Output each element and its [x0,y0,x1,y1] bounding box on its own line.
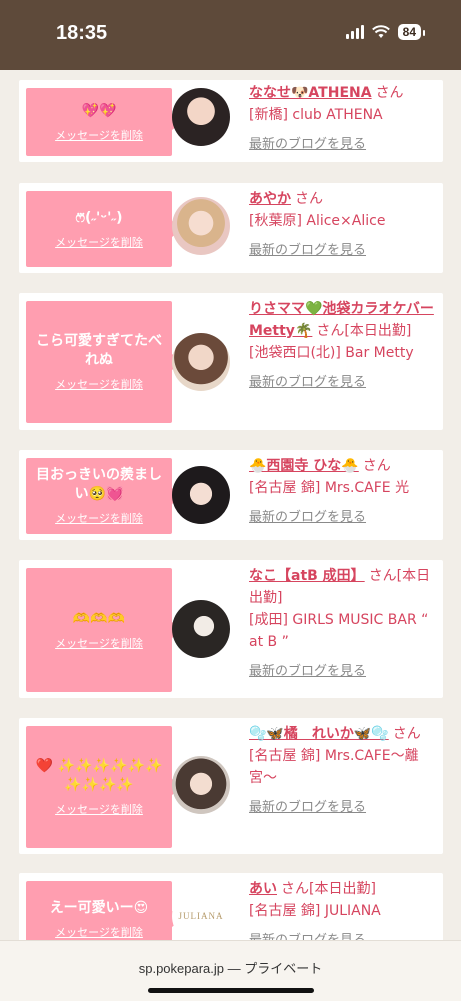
status-time: 18:35 [56,22,108,44]
url-text[interactable]: sp.pokepara.jp — プライベート [0,958,461,977]
avatar[interactable] [172,600,230,658]
list-item: ෆ⃛(˶'ᵕ'˶) メッセージを削除 あやか さん [秋葉原] Alice×Ali… [19,183,443,273]
avatar[interactable] [172,756,230,814]
shop-logo[interactable]: JULIANA [172,887,230,940]
message-text: 目おっきいの羨ましい🥺💓 [36,467,162,502]
message-box: 目おっきいの羨ましい🥺💓 メッセージを削除 [26,458,182,534]
list-item: こら可愛すぎてたべれぬ メッセージを削除 りさママ💚池袋カラオケバーMetty🌴… [19,293,443,430]
message-text: ❤️ ✨✨✨✨✨✨ ✨✨✨✨ [35,758,163,793]
latest-blog-link[interactable]: 最新のブログを見る [249,372,439,394]
status-bar: 18:35 84 [0,0,461,70]
message-text: えー可愛いー😍 [49,899,149,916]
honorific: さん[本日出勤] [281,881,376,897]
list-item: 目おっきいの羨ましい🥺💓 メッセージを削除 🐣西園寺 ひな🐣 さん [名古屋 錦]… [19,450,443,540]
honorific: さん [392,726,421,742]
list-item: 💖💖 メッセージを削除 ななせ🐶ATHENA さん [新橋] club ATHEN… [19,80,443,162]
honorific: さん [295,191,323,207]
home-indicator[interactable] [148,988,314,993]
delete-message-link[interactable]: メッセージを削除 [55,924,143,940]
message-box: ❤️ ✨✨✨✨✨✨ ✨✨✨✨ メッセージを削除 [26,726,182,848]
browser-url-bar[interactable]: sp.pokepara.jp — プライベート [0,940,461,1001]
message-box: ෆ⃛(˶'ᵕ'˶) メッセージを削除 [26,191,182,267]
delete-message-link[interactable]: メッセージを削除 [55,234,143,250]
message-text: 💖💖 [81,102,117,119]
shop-name: [名古屋 錦] JULIANA [249,903,381,919]
delete-message-link[interactable]: メッセージを削除 [55,635,143,651]
cast-name-link[interactable]: 🫧🦋橘 れいか🦋🫧 [249,726,389,742]
shop-name: [池袋西口(北)] Bar Metty [249,345,414,361]
message-text: こら可愛すぎてたべれぬ [36,333,162,368]
honorific: さん [375,85,404,101]
delete-message-link[interactable]: メッセージを削除 [55,801,143,817]
latest-blog-link[interactable]: 最新のブログを見る [249,507,439,529]
avatar[interactable] [172,466,230,524]
cast-name-link[interactable]: 🐣西園寺 ひな🐣 [249,458,359,474]
message-box: 🫶🫶🫶 メッセージを削除 [26,568,182,692]
list-item: ❤️ ✨✨✨✨✨✨ ✨✨✨✨ メッセージを削除 🫧🦋橘 れいか🦋🫧 さん [名古屋… [19,718,443,854]
message-text: ෆ⃛(˶'ᵕ'˶) [75,209,123,226]
battery-icon: 84 [397,24,426,40]
message-box: こら可愛すぎてたべれぬ メッセージを削除 [26,301,182,423]
avatar[interactable] [172,197,230,255]
shop-name: [名古屋 錦] Mrs.CAFE 光 [249,480,410,496]
shop-name: [成田] GIRLS MUSIC BAR “ at B ” [249,612,429,650]
latest-blog-link[interactable]: 最新のブログを見る [249,240,439,262]
avatar[interactable] [172,333,230,391]
shop-name: [新橋] club ATHENA [249,107,383,123]
message-box: えー可愛いー😍 メッセージを削除 [26,881,182,940]
delete-message-link[interactable]: メッセージを削除 [55,376,143,392]
message-feed[interactable]: 💖💖 メッセージを削除 ななせ🐶ATHENA さん [新橋] club ATHEN… [0,70,461,940]
avatar[interactable] [172,88,230,146]
delete-message-link[interactable]: メッセージを削除 [55,510,143,526]
shop-name: [名古屋 錦] Mrs.CAFE〜離宮〜 [249,748,419,786]
status-icons: 84 [345,24,426,40]
shop-name: [秋葉原] Alice×Alice [249,213,386,229]
shop-logo-text: JULIANA [178,911,224,921]
latest-blog-link[interactable]: 最新のブログを見る [249,661,439,683]
cast-name-link[interactable]: あやか [249,191,291,207]
wifi-icon [371,25,390,38]
cast-name-link[interactable]: あい [249,881,277,897]
latest-blog-link[interactable]: 最新のブログを見る [249,134,439,156]
delete-message-link[interactable]: メッセージを削除 [55,127,143,143]
cellular-signal-icon [345,25,364,39]
list-item: 🫶🫶🫶 メッセージを削除 なこ【atB 成田】 さん[本日出勤] [成田] GIR… [19,560,443,698]
latest-blog-link[interactable]: 最新のブログを見る [249,930,439,940]
message-box: 💖💖 メッセージを削除 [26,88,182,156]
honorific: さん [362,458,391,474]
cast-name-link[interactable]: なこ【atB 成田】 [249,568,365,584]
latest-blog-link[interactable]: 最新のブログを見る [249,797,439,819]
message-text: 🫶🫶🫶 [72,610,126,627]
list-item: えー可愛いー😍 メッセージを削除 JULIANA あい さん[本日出勤] [名古屋… [19,873,443,940]
honorific: さん[本日出勤] [316,323,412,339]
cast-name-link[interactable]: ななせ🐶ATHENA [249,85,372,101]
